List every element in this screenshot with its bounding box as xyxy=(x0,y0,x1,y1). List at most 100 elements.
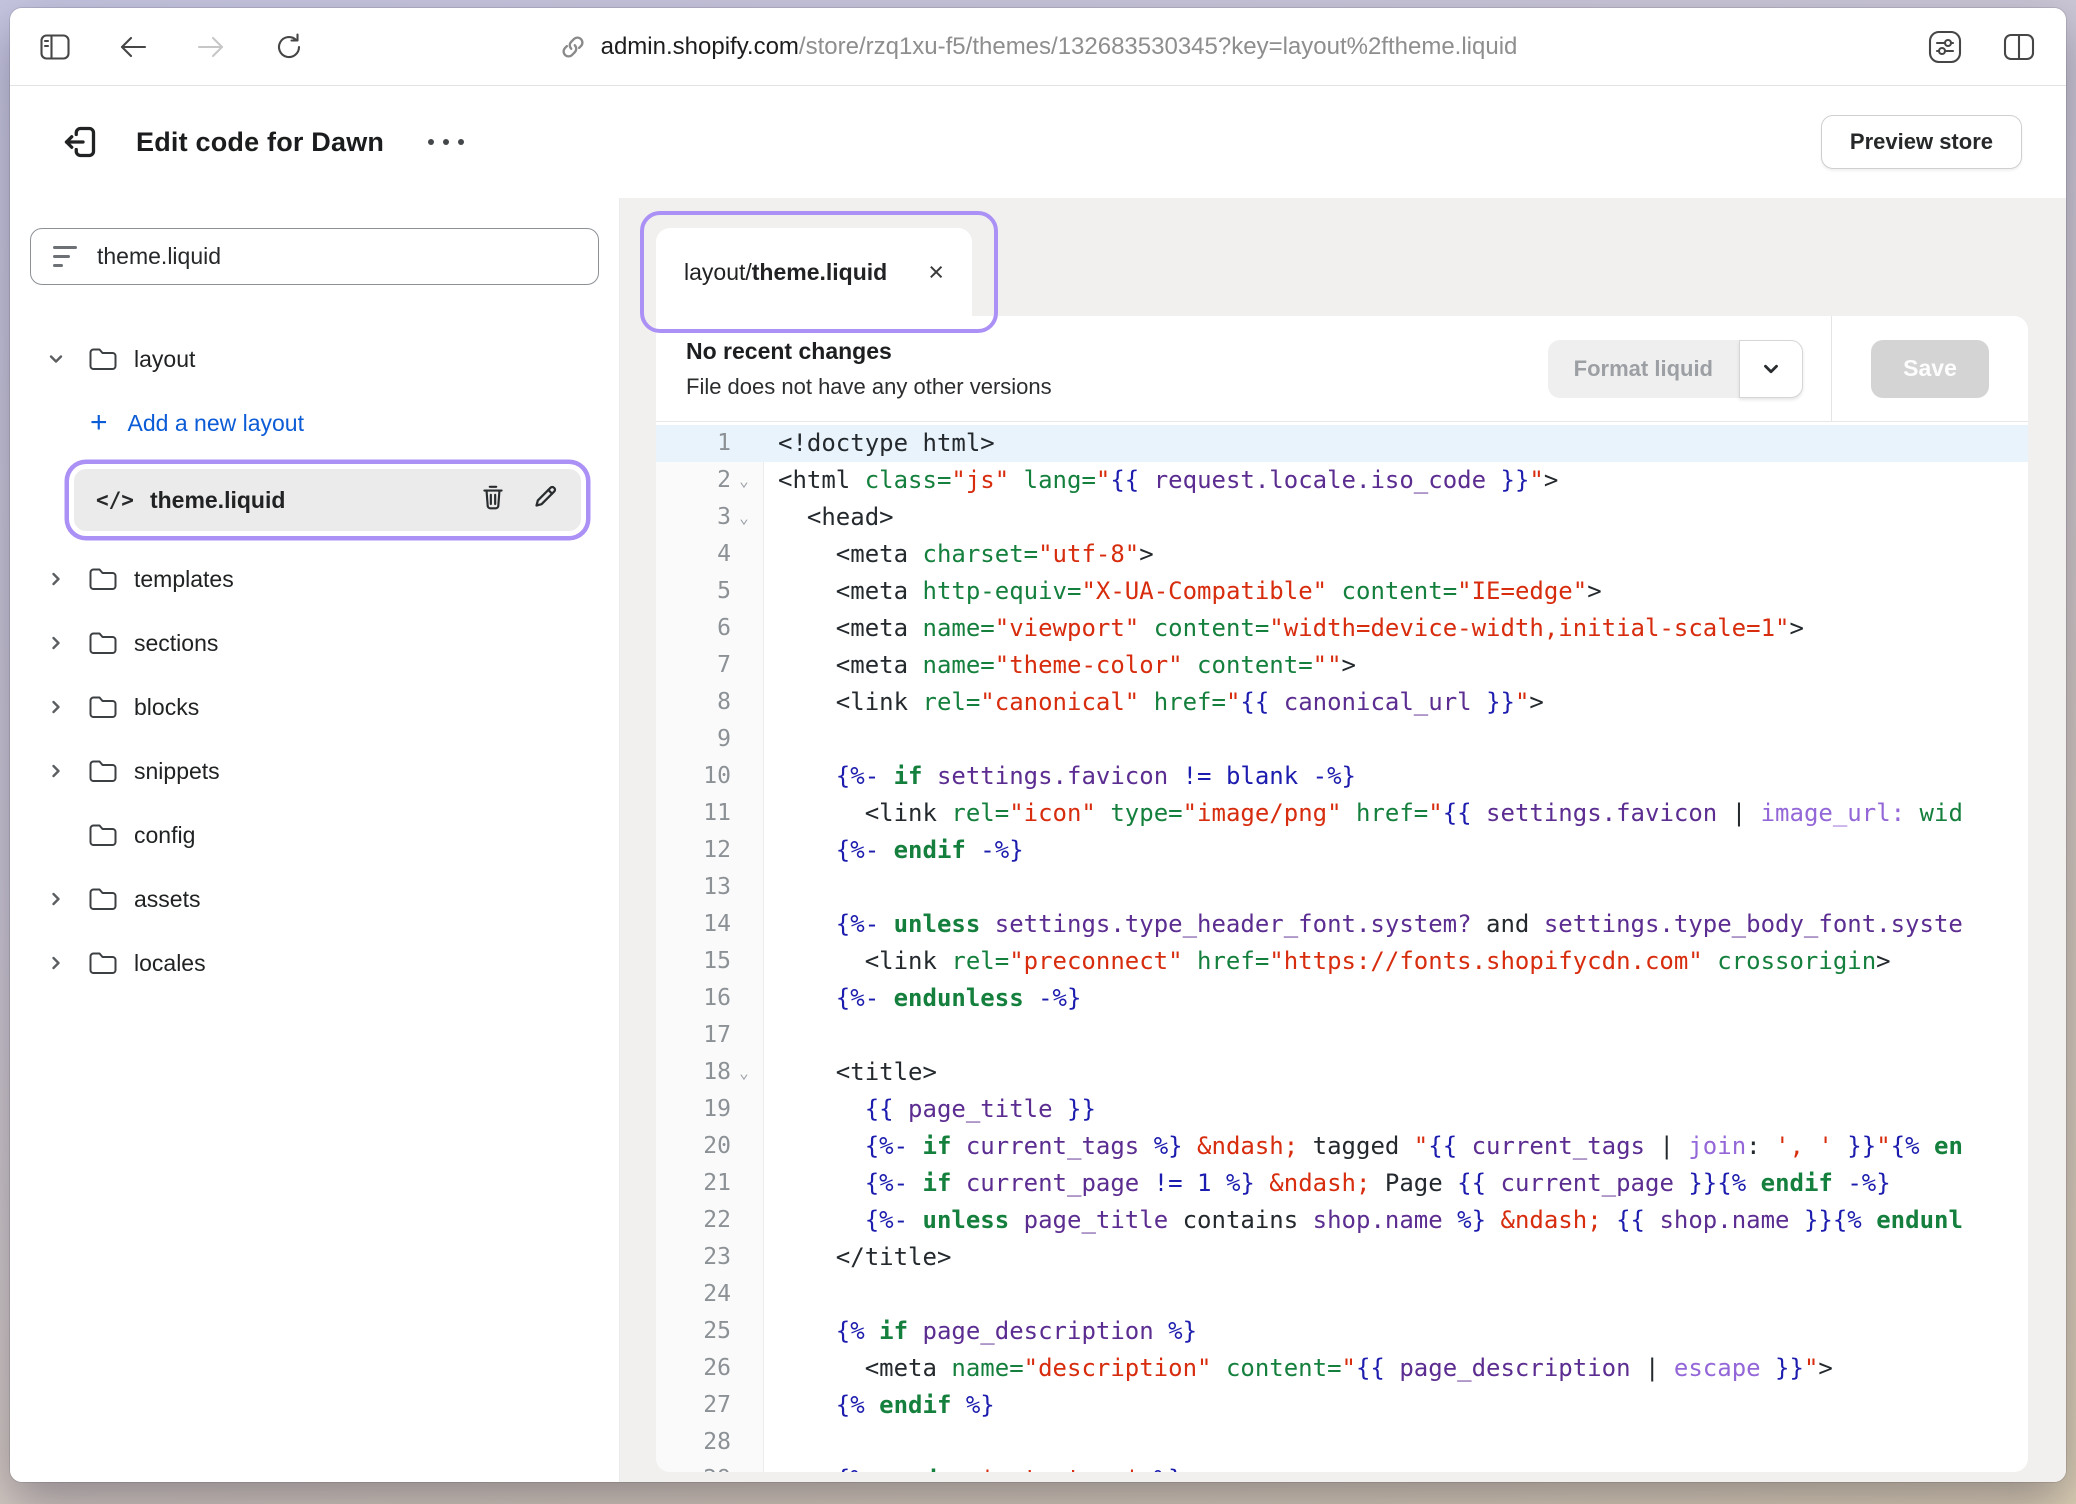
code-text: {% endif %} xyxy=(764,1387,2028,1424)
preview-store-button[interactable]: Preview store xyxy=(1821,115,2022,169)
line-number: 28 xyxy=(656,1424,764,1461)
url-path: /store/rzq1xu-f5/themes/132683530345?key… xyxy=(799,33,1517,60)
file-item-theme-liquid-selected[interactable]: </> theme.liquid xyxy=(74,469,581,531)
folder-icon xyxy=(88,346,134,372)
code-text xyxy=(764,869,2028,906)
filter-icon xyxy=(53,246,77,267)
fold-arrow-icon[interactable]: ⌄ xyxy=(731,462,757,499)
code-line-1[interactable]: 1<!doctype html> xyxy=(656,425,2028,462)
split-view-icon[interactable] xyxy=(2002,30,2036,64)
code-text xyxy=(764,721,2028,758)
sidebar-folder-templates[interactable]: templates xyxy=(30,547,599,611)
code-text: <meta http-equiv="X-UA-Compatible" conte… xyxy=(764,573,2028,610)
code-line-19[interactable]: 19 {{ page_title }} xyxy=(656,1091,2028,1128)
code-line-12[interactable]: 12 {%- endif -%} xyxy=(656,832,2028,869)
file-item-label: theme.liquid xyxy=(150,487,285,514)
code-line-7[interactable]: 7 <meta name="theme-color" content=""> xyxy=(656,647,2028,684)
code-line-26[interactable]: 26 <meta name="description" content="{{ … xyxy=(656,1350,2028,1387)
code-line-8[interactable]: 8 <link rel="canonical" href="{{ canonic… xyxy=(656,684,2028,721)
status-title: No recent changes xyxy=(686,338,1052,365)
fold-arrow-icon[interactable]: ⌄ xyxy=(731,1054,757,1091)
more-actions-icon[interactable] xyxy=(428,139,464,145)
line-number: 12 xyxy=(656,832,764,869)
address-bar[interactable]: admin.shopify.com/store/rzq1xu-f5/themes… xyxy=(10,8,2066,86)
page-settings-icon[interactable] xyxy=(1928,30,1962,64)
page-title: Edit code for Dawn xyxy=(136,127,384,158)
sidebar-folder-layout[interactable]: layout xyxy=(30,327,599,391)
code-text: <link rel="preconnect" href="https://fon… xyxy=(764,943,2028,980)
sidebar-folder-snippets[interactable]: snippets xyxy=(30,739,599,803)
add-new-layout-link[interactable]: + Add a new layout xyxy=(30,391,599,455)
link-icon xyxy=(559,33,587,61)
browser-toolbar: admin.shopify.com/store/rzq1xu-f5/themes… xyxy=(10,8,2066,86)
code-line-6[interactable]: 6 <meta name="viewport" content="width=d… xyxy=(656,610,2028,647)
folder-label: snippets xyxy=(134,758,220,785)
sidebar-folder-assets[interactable]: assets xyxy=(30,867,599,931)
code-line-2[interactable]: 2⌄<html class="js" lang="{{ request.loca… xyxy=(656,462,2028,499)
line-number: 8 xyxy=(656,684,764,721)
rename-file-icon[interactable] xyxy=(532,483,559,517)
code-line-25[interactable]: 25 {% if page_description %} xyxy=(656,1313,2028,1350)
editor-area: layout/theme.liquid × No recent changes … xyxy=(620,198,2066,1482)
code-line-21[interactable]: 21 {%- if current_page != 1 %} &ndash; P… xyxy=(656,1165,2028,1202)
file-sidebar: theme.liquid layout + Add a new layout <… xyxy=(10,198,620,1482)
code-line-13[interactable]: 13 xyxy=(656,869,2028,906)
code-line-23[interactable]: 23 </title> xyxy=(656,1239,2028,1276)
tab-layout-theme-liquid[interactable]: layout/theme.liquid × xyxy=(656,228,972,316)
line-number: 6 xyxy=(656,610,764,647)
save-button[interactable]: Save xyxy=(1871,340,1989,398)
line-number: 19 xyxy=(656,1091,764,1128)
code-text: {%- if current_tags %} &ndash; tagged "{… xyxy=(764,1128,2028,1165)
folder-icon xyxy=(88,950,134,976)
chevron-right-icon xyxy=(46,569,88,589)
code-line-4[interactable]: 4 <meta charset="utf-8"> xyxy=(656,536,2028,573)
code-line-29[interactable]: 29 {% render 'meta-tags' %} xyxy=(656,1461,2028,1472)
sidebar-folder-blocks[interactable]: blocks xyxy=(30,675,599,739)
folder-icon xyxy=(88,886,134,912)
folder-icon xyxy=(88,630,134,656)
code-text: {%- unless settings.type_header_font.sys… xyxy=(764,906,2028,943)
sidebar-folder-locales[interactable]: locales xyxy=(30,931,599,995)
code-line-15[interactable]: 15 <link rel="preconnect" href="https://… xyxy=(656,943,2028,980)
folder-icon xyxy=(88,694,134,720)
format-liquid-button[interactable]: Format liquid xyxy=(1548,340,1739,398)
code-line-16[interactable]: 16 {%- endunless -%} xyxy=(656,980,2028,1017)
code-text: {%- if settings.favicon != blank -%} xyxy=(764,758,2028,795)
code-line-22[interactable]: 22 {%- unless page_title contains shop.n… xyxy=(656,1202,2028,1239)
delete-file-icon[interactable] xyxy=(480,483,506,517)
line-number: 22 xyxy=(656,1202,764,1239)
code-line-11[interactable]: 11 <link rel="icon" type="image/png" hre… xyxy=(656,795,2028,832)
code-line-24[interactable]: 24 xyxy=(656,1276,2028,1313)
code-line-28[interactable]: 28 xyxy=(656,1424,2028,1461)
sidebar-folder-config[interactable]: config xyxy=(30,803,599,867)
format-liquid-dropdown[interactable] xyxy=(1739,340,1803,398)
code-text: <title> xyxy=(764,1054,2028,1091)
line-number: 20 xyxy=(656,1128,764,1165)
code-line-10[interactable]: 10 {%- if settings.favicon != blank -%} xyxy=(656,758,2028,795)
file-search-input[interactable]: theme.liquid xyxy=(30,228,599,285)
line-number: 2⌄ xyxy=(656,462,764,499)
sidebar-folder-sections[interactable]: sections xyxy=(30,611,599,675)
code-editor[interactable]: 1<!doctype html>2⌄<html class="js" lang=… xyxy=(656,422,2028,1472)
code-line-3[interactable]: 3⌄ <head> xyxy=(656,499,2028,536)
line-number: 3⌄ xyxy=(656,499,764,536)
line-number: 15 xyxy=(656,943,764,980)
code-line-14[interactable]: 14 {%- unless settings.type_header_font.… xyxy=(656,906,2028,943)
code-line-17[interactable]: 17 xyxy=(656,1017,2028,1054)
tab-close-icon[interactable]: × xyxy=(928,259,944,286)
code-line-20[interactable]: 20 {%- if current_tags %} &ndash; tagged… xyxy=(656,1128,2028,1165)
code-line-18[interactable]: 18⌄ <title> xyxy=(656,1054,2028,1091)
code-line-5[interactable]: 5 <meta http-equiv="X-UA-Compatible" con… xyxy=(656,573,2028,610)
code-text: <meta name="description" content="{{ pag… xyxy=(764,1350,2028,1387)
code-line-27[interactable]: 27 {% endif %} xyxy=(656,1387,2028,1424)
line-number: 24 xyxy=(656,1276,764,1313)
folder-label: blocks xyxy=(134,694,199,721)
fold-arrow-icon[interactable]: ⌄ xyxy=(731,499,757,536)
folder-icon xyxy=(88,822,134,848)
code-line-9[interactable]: 9 xyxy=(656,721,2028,758)
line-number: 4 xyxy=(656,536,764,573)
code-text: {%- if current_page != 1 %} &ndash; Page… xyxy=(764,1165,2028,1202)
tab-file-name: theme.liquid xyxy=(752,259,887,286)
folder-icon xyxy=(88,566,134,592)
exit-editor-icon[interactable] xyxy=(58,120,102,164)
